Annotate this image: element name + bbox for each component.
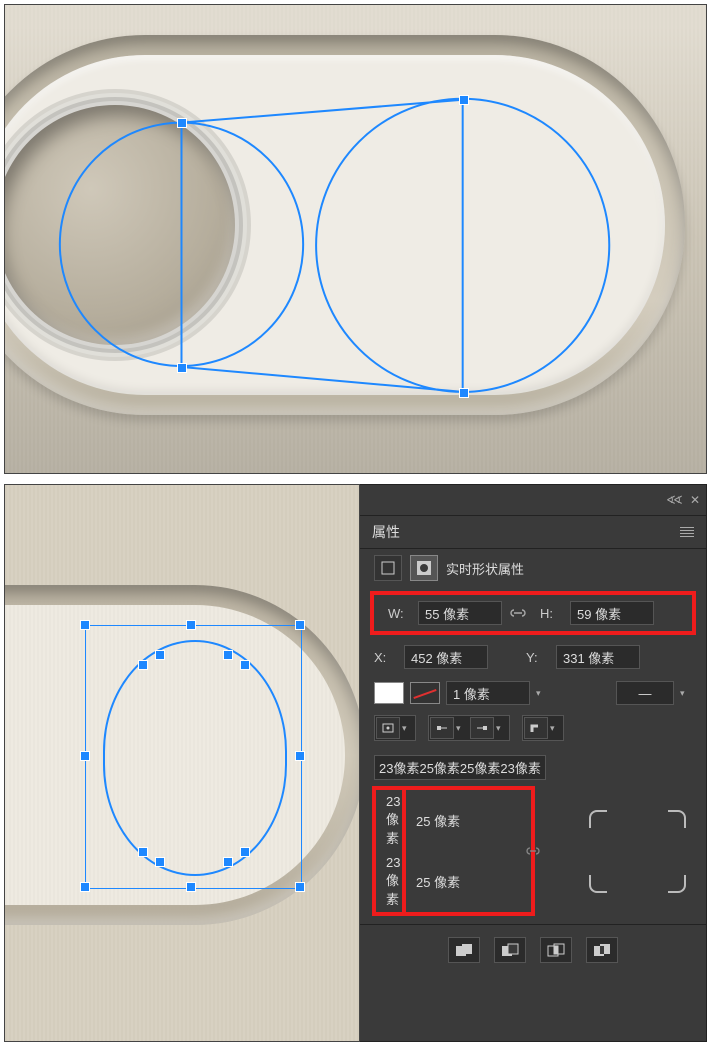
anchor-handle[interactable] xyxy=(459,95,469,105)
combine-intersect-icon[interactable] xyxy=(540,937,572,963)
anchor-handle[interactable] xyxy=(177,363,187,373)
cap-start-icon[interactable] xyxy=(430,717,454,739)
stroke-style-field[interactable]: — xyxy=(616,681,674,705)
link-size-icon[interactable] xyxy=(510,607,532,619)
anchor-handle[interactable] xyxy=(459,388,469,398)
vector-overlay xyxy=(5,5,706,474)
dropdown-icon[interactable]: ▾ xyxy=(456,723,468,734)
corner-join-icon[interactable] xyxy=(524,717,548,739)
canvas-bottom[interactable] xyxy=(4,484,360,1042)
stroke-style-dropdown-icon[interactable]: ▾ xyxy=(680,688,692,699)
corner-handle[interactable] xyxy=(223,857,233,867)
live-shape-label: 实时形状属性 xyxy=(446,559,524,578)
stroke-swatch[interactable] xyxy=(410,682,440,704)
panel-menu-icon[interactable] xyxy=(680,525,694,539)
bbox-handle[interactable] xyxy=(295,882,305,892)
corner-handle[interactable] xyxy=(155,650,165,660)
corner-radius-section: 23 像素 23 像素 25 像素 25 像素 xyxy=(360,786,706,916)
corner-bl-icon[interactable] xyxy=(533,851,662,916)
live-shape-outline[interactable] xyxy=(103,640,287,876)
panel-window-controls: ∢∢ ✕ xyxy=(360,485,706,516)
bbox-handle[interactable] xyxy=(295,751,305,761)
corner-right-column: 25 像素 25 像素 xyxy=(402,786,535,916)
corner-handle[interactable] xyxy=(240,660,250,670)
stroke-options-row: ▾ ▾ ▾ ▾ xyxy=(360,711,706,751)
bottom-area: ∢∢ ✕ 属性 实时形状属性 W: 55 像素 H: 59 像素 xyxy=(4,484,707,1042)
panel-title-bar: 属性 xyxy=(360,516,706,549)
panel-title-label: 属性 xyxy=(372,522,400,542)
collapse-icon[interactable]: ∢∢ xyxy=(666,493,680,507)
fill-swatch[interactable] xyxy=(374,682,404,704)
bbox-handle[interactable] xyxy=(295,620,305,630)
corner-handle[interactable] xyxy=(223,650,233,660)
corner-br-field[interactable]: 25 像素 xyxy=(406,851,531,912)
close-icon[interactable]: ✕ xyxy=(690,493,700,507)
combine-union-icon[interactable] xyxy=(448,937,480,963)
mask-mode-icon[interactable] xyxy=(374,555,402,581)
corner-handle[interactable] xyxy=(138,660,148,670)
corner-link-icon[interactable] xyxy=(526,844,540,858)
live-shape-icon[interactable] xyxy=(410,555,438,581)
dropdown-icon[interactable]: ▾ xyxy=(402,723,414,734)
corner-tr-field[interactable]: 25 像素 xyxy=(406,790,531,851)
stroke-corner-group: ▾ xyxy=(522,715,564,741)
stroke-weight-dropdown-icon[interactable]: ▾ xyxy=(536,688,548,699)
boolean-ops-row xyxy=(360,924,706,981)
x-label: X: xyxy=(374,650,396,665)
cap-end-icon[interactable] xyxy=(470,717,494,739)
dropdown-icon[interactable]: ▾ xyxy=(496,723,508,734)
canvas-top[interactable] xyxy=(4,4,707,474)
corner-left-column: 23 像素 23 像素 xyxy=(372,786,406,916)
width-field[interactable]: 55 像素 xyxy=(418,601,502,625)
bbox-handle[interactable] xyxy=(80,751,90,761)
position-row: X: 452 像素 Y: 331 像素 xyxy=(360,639,706,675)
bbox-handle[interactable] xyxy=(80,620,90,630)
combine-subtract-icon[interactable] xyxy=(494,937,526,963)
stroke-align-group: ▾ xyxy=(374,715,416,741)
combine-exclude-icon[interactable] xyxy=(586,937,618,963)
anchor-handle[interactable] xyxy=(177,118,187,128)
height-field[interactable]: 59 像素 xyxy=(570,601,654,625)
y-label: Y: xyxy=(526,650,548,665)
x-field[interactable]: 452 像素 xyxy=(404,645,488,669)
bbox-handle[interactable] xyxy=(186,882,196,892)
corner-tr-icon[interactable] xyxy=(662,786,692,851)
corner-summary-field[interactable]: 23像素25像素25像素23像素 xyxy=(374,755,546,780)
corner-br-icon[interactable] xyxy=(662,851,692,916)
corner-handle[interactable] xyxy=(138,847,148,857)
width-label: W: xyxy=(388,606,410,621)
y-field[interactable]: 331 像素 xyxy=(556,645,640,669)
height-label: H: xyxy=(540,606,562,621)
corner-handle[interactable] xyxy=(155,857,165,867)
dropdown-icon[interactable]: ▾ xyxy=(550,723,562,734)
shape-type-row: 实时形状属性 xyxy=(360,549,706,587)
stroke-weight-field[interactable]: 1 像素 xyxy=(446,681,530,705)
corner-handle[interactable] xyxy=(240,847,250,857)
bbox-handle[interactable] xyxy=(186,620,196,630)
bbox-handle[interactable] xyxy=(80,882,90,892)
stroke-caps-group: ▾ ▾ xyxy=(428,715,510,741)
fill-stroke-row: 1 像素 ▾ — ▾ xyxy=(360,675,706,711)
size-row: W: 55 像素 H: 59 像素 xyxy=(370,591,696,635)
corner-tl-icon[interactable] xyxy=(533,786,662,851)
stroke-align-icon[interactable] xyxy=(376,717,400,739)
selection-trapezoid xyxy=(181,100,462,392)
properties-panel: ∢∢ ✕ 属性 实时形状属性 W: 55 像素 H: 59 像素 xyxy=(360,484,707,1042)
